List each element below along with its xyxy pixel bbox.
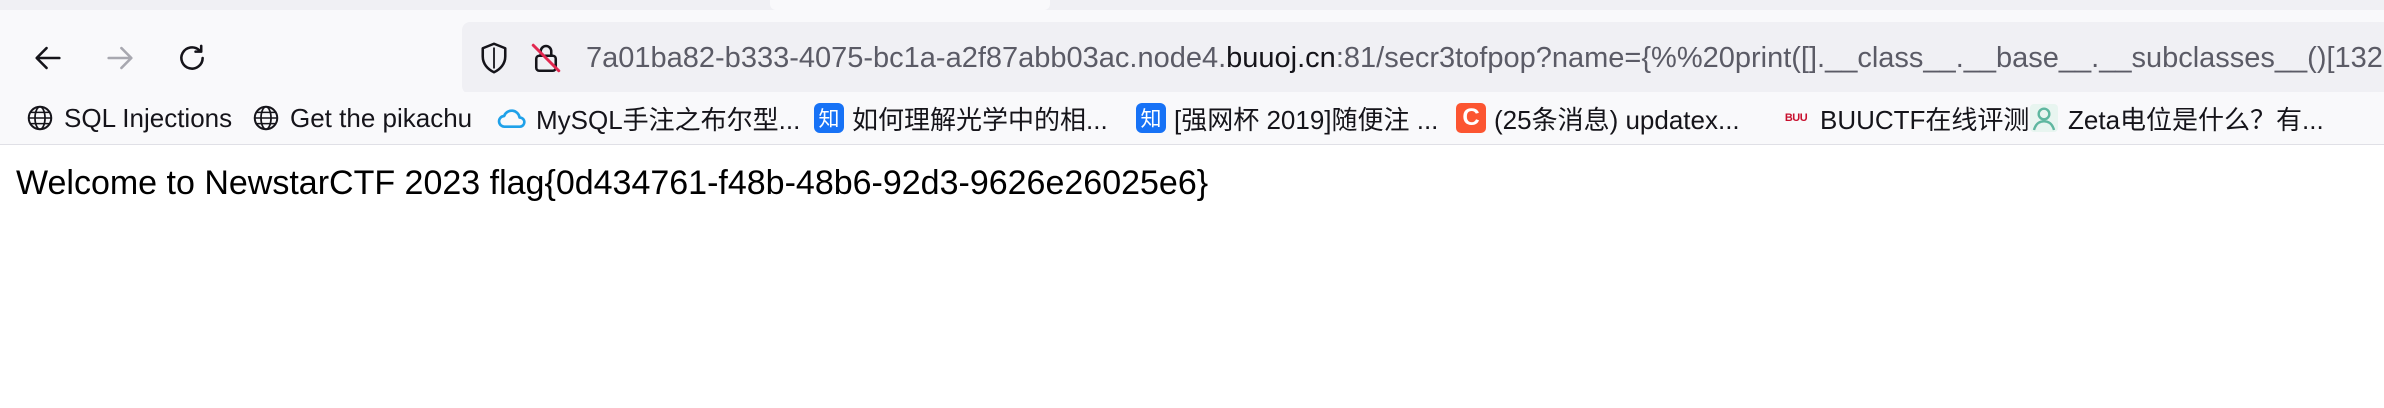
bookmark-label: Zeta电位是什么？有...: [2068, 104, 2324, 135]
insecure-lock-icon[interactable]: [528, 40, 564, 76]
back-button[interactable]: [20, 30, 76, 86]
bookmark-zeta-potential[interactable]: Zeta电位是什么？有...: [2028, 100, 2324, 136]
bookmark-label: SQL Injections: [64, 102, 233, 133]
arrow-right-icon: [107, 46, 133, 70]
bookmark-buuctf[interactable]: BUU BUUCTF在线评测: [1780, 100, 2030, 136]
url-domain: buuoj.cn: [1226, 42, 1336, 74]
bookmark-label: Get the pikachu: [290, 102, 473, 133]
bookmark-sql-injections[interactable]: SQL Injections: [24, 100, 232, 136]
url-path: :81/secr3tofpop?name={%%20print([].__cla…: [1335, 42, 2383, 74]
bookmark-label: MySQL手注之布尔型...: [536, 104, 801, 135]
zhihu-icon: 知: [1136, 103, 1166, 133]
csdn-icon: C: [1456, 103, 1486, 133]
buuctf-icon: BUU: [1784, 112, 1808, 124]
cloud-icon: [496, 102, 528, 134]
forward-button[interactable]: [92, 30, 148, 86]
bookmark-qwb-2019[interactable]: 知 [强网杯 2019]随便注 ...: [1136, 100, 1438, 136]
bookmark-optics-question[interactable]: 知 如何理解光学中的相...: [814, 100, 1108, 136]
person-icon: [2028, 102, 2060, 134]
bookmark-mysql-boolean[interactable]: MySQL手注之布尔型...: [496, 100, 800, 136]
page-content-text: Welcome to NewstarCTF 2023 flag{0d434761…: [16, 164, 1209, 202]
reload-icon: [180, 44, 204, 70]
active-tab-edge[interactable]: [770, 0, 1050, 10]
arrow-left-icon: [35, 46, 61, 70]
tab-strip: [0, 0, 2384, 10]
bookmark-get-the-pikachu[interactable]: Get the pikachu: [250, 100, 472, 136]
bookmark-label: (25条消息) updatex...: [1494, 104, 1740, 135]
zhihu-icon: 知: [814, 103, 844, 133]
navigation-toolbar: 7a01ba82-b333-4075-bc1a-a2f87abb03ac.nod…: [0, 10, 2384, 94]
bookmark-csdn-updatexml[interactable]: C (25条消息) updatex...: [1456, 100, 1740, 136]
url-prefix: 7a01ba82-b333-4075-bc1a-a2f87abb03ac.nod…: [586, 42, 1227, 74]
tracking-protection-shield-icon[interactable]: [476, 40, 512, 76]
bookmark-label: BUUCTF在线评测: [1820, 104, 2030, 135]
url-text[interactable]: 7a01ba82-b333-4075-bc1a-a2f87abb03ac.nod…: [586, 22, 2383, 94]
globe-icon: [250, 102, 282, 134]
bookmark-label: 如何理解光学中的相...: [852, 104, 1108, 135]
bookmarks-toolbar: SQL Injections Get the pikachu MySQL手注之布…: [0, 92, 2384, 145]
bookmark-label: [强网杯 2019]随便注 ...: [1174, 104, 1439, 135]
reload-button[interactable]: [164, 30, 220, 86]
url-bar[interactable]: 7a01ba82-b333-4075-bc1a-a2f87abb03ac.nod…: [462, 22, 2384, 94]
globe-icon: [24, 102, 56, 134]
